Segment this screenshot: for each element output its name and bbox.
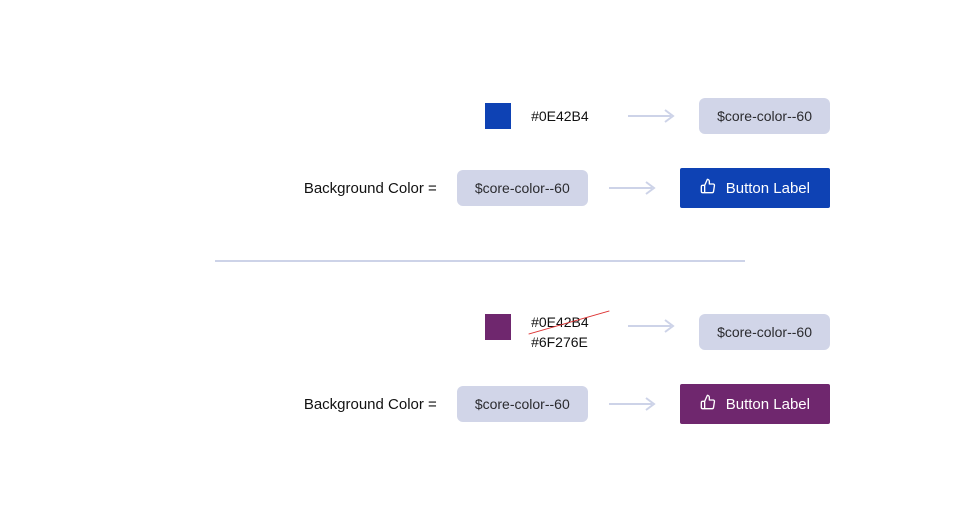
arrow-right-icon bbox=[608, 397, 660, 411]
hex-value: #6F276E bbox=[531, 334, 607, 350]
arrow-right-icon bbox=[627, 319, 679, 333]
color-to-token-row: #0E42B4 $core-color--60 bbox=[485, 98, 830, 134]
divider bbox=[215, 260, 745, 262]
background-color-label: Background Color = bbox=[304, 396, 437, 413]
color-swatch-blue bbox=[485, 103, 511, 129]
section-top: #0E42B4 $core-color--60 Background Color… bbox=[130, 98, 830, 208]
token-pill: $core-color--60 bbox=[699, 98, 830, 134]
token-pill: $core-color--60 bbox=[457, 170, 588, 206]
hex-value: #0E42B4 bbox=[531, 108, 607, 124]
example-button[interactable]: Button Label bbox=[680, 384, 830, 424]
hex-label-group: #0E42B4 #6F276E bbox=[531, 314, 607, 350]
thumbs-up-icon bbox=[700, 178, 716, 198]
token-pill: $core-color--60 bbox=[457, 386, 588, 422]
token-to-button-row: Background Color = $core-color--60 Butto… bbox=[304, 384, 830, 424]
hex-label: #0E42B4 bbox=[531, 108, 607, 124]
arrow-right-icon bbox=[608, 181, 660, 195]
thumbs-up-icon bbox=[700, 394, 716, 414]
arrow-right-icon bbox=[627, 109, 679, 123]
example-button[interactable]: Button Label bbox=[680, 168, 830, 208]
background-color-label: Background Color = bbox=[304, 180, 437, 197]
hex-value-strike: #0E42B4 bbox=[531, 314, 607, 330]
token-to-button-row: Background Color = $core-color--60 Butto… bbox=[304, 168, 830, 208]
color-swatch-purple bbox=[485, 314, 511, 340]
color-to-token-row: #0E42B4 #6F276E $core-color--60 bbox=[485, 314, 830, 350]
section-bottom: #0E42B4 #6F276E $core-color--60 Backgrou… bbox=[130, 314, 830, 424]
button-label: Button Label bbox=[726, 396, 810, 413]
button-label: Button Label bbox=[726, 180, 810, 197]
token-pill: $core-color--60 bbox=[699, 314, 830, 350]
